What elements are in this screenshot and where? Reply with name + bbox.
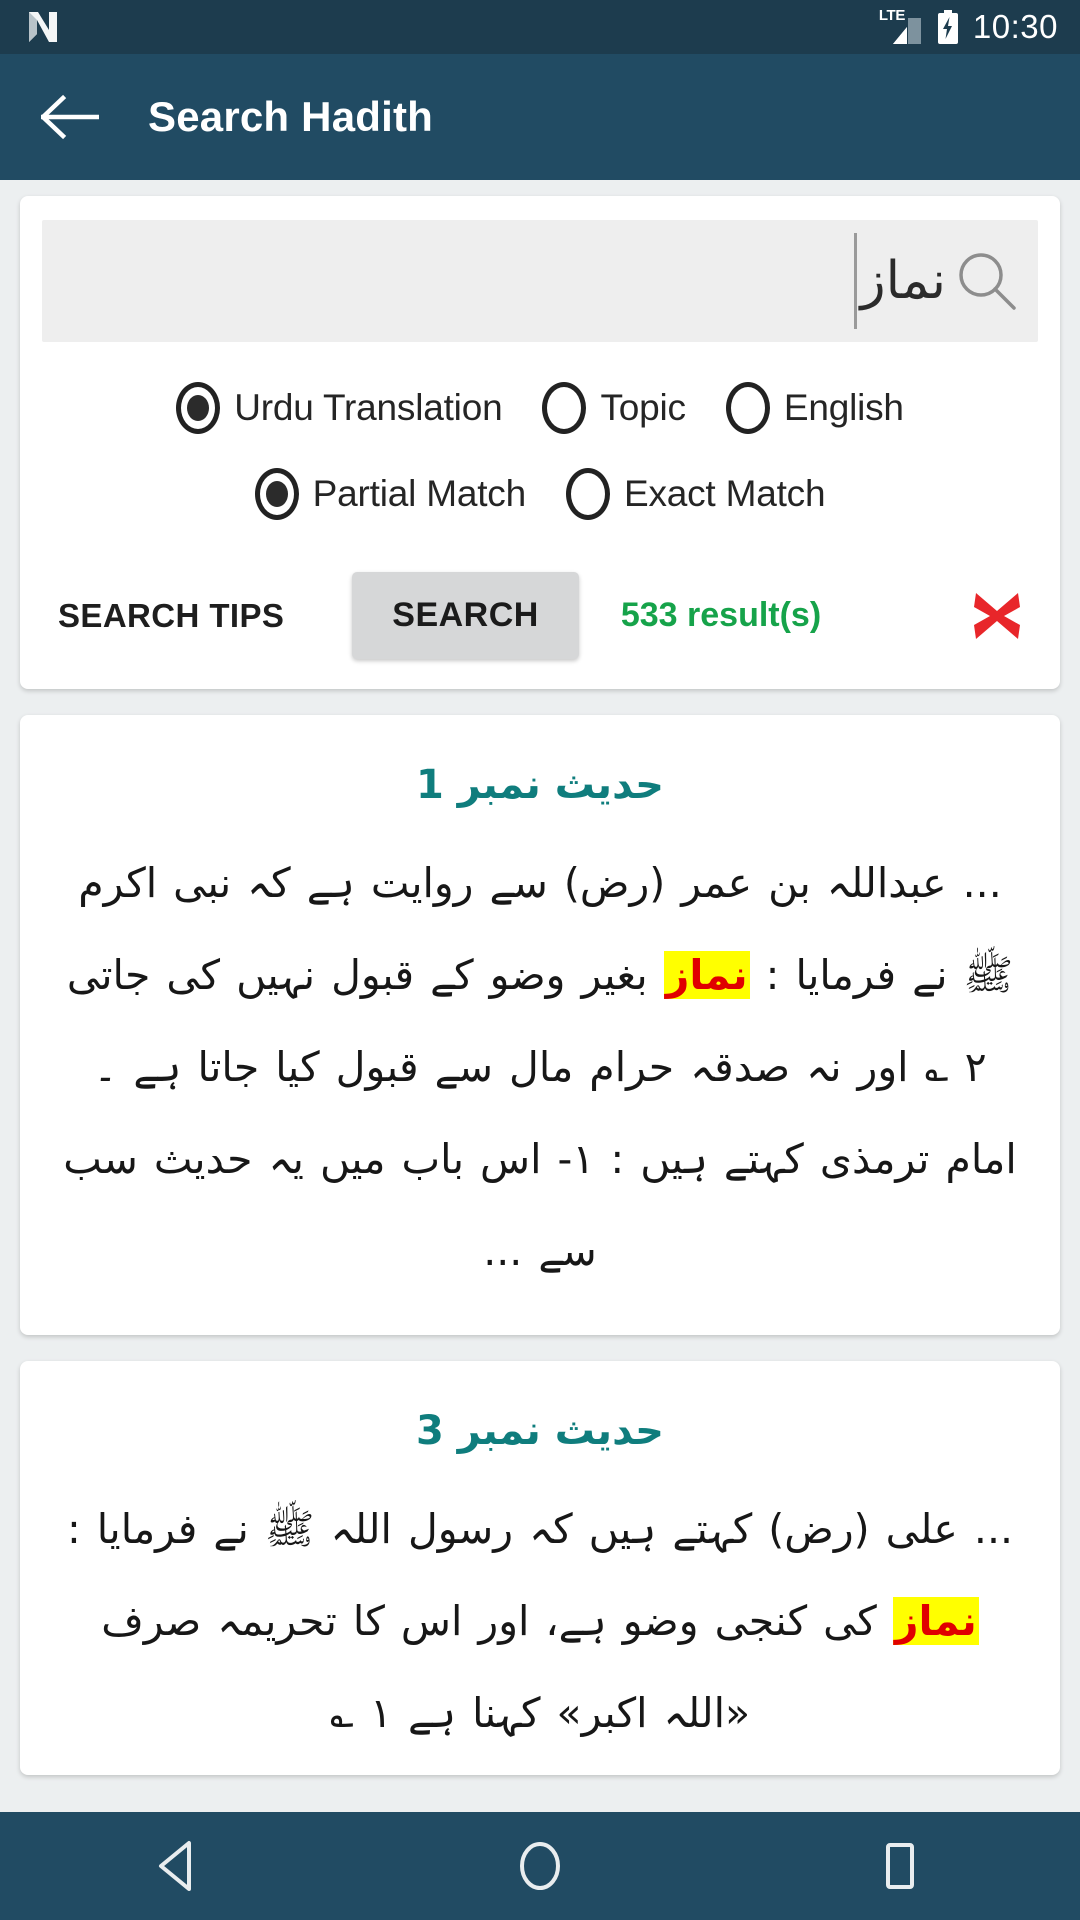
radio-indicator[interactable]: [176, 382, 221, 434]
search-action-row: SEARCH TIPS SEARCH 533 result(s): [42, 572, 1038, 659]
circle-home-icon[interactable]: [465, 1812, 615, 1920]
radio-indicator[interactable]: [725, 382, 770, 434]
hadith-text: ... عبداللہ بن عمر (رض) سے روایت ہے کہ ن…: [48, 823, 1032, 1307]
hadith-text-segment: کی کنجی وضو ہے، اور اس کا تحریمہ صرف «ال…: [101, 1597, 893, 1737]
search-input[interactable]: نماز: [42, 220, 1038, 342]
hadith-number-title: حدیث نمبر 3: [415, 1408, 665, 1454]
arrow-left-icon[interactable]: [34, 81, 106, 153]
search-card: نماز Urdu Translation Topic English Part…: [20, 196, 1060, 689]
square-recents-icon[interactable]: [825, 1812, 975, 1920]
red-cross-icon[interactable]: [966, 585, 1028, 647]
radio-option-topic[interactable]: Topic: [542, 378, 686, 438]
page-title: Search Hadith: [148, 93, 434, 140]
status-bar-right: LTE 10:30: [879, 8, 1058, 46]
search-scope-radio-group: Urdu Translation Topic English: [42, 378, 1038, 438]
signal-bars-icon: LTE: [879, 8, 923, 46]
radio-indicator[interactable]: [542, 382, 587, 434]
hadith-number-title: حدیث نمبر 1: [415, 762, 665, 808]
hadith-highlight-term: نماز: [663, 951, 750, 999]
radio-indicator[interactable]: [254, 468, 299, 520]
radio-option-partial-match[interactable]: Partial Match: [254, 464, 527, 524]
search-button[interactable]: SEARCH: [352, 572, 579, 659]
result-count-label: 533 result(s): [620, 596, 822, 634]
hadith-text-segment: بغیر وضو کے قبول نہیں کی جاتی ٢ ؎ اور نہ…: [63, 951, 1017, 1275]
search-query-text: نماز: [860, 251, 947, 311]
search-value-wrap: نماز: [852, 233, 947, 329]
radio-label: Topic: [600, 387, 686, 428]
text-caret: [853, 233, 857, 329]
hadith-result-card[interactable]: حدیث نمبر 3 ... علی (رض) کہتے ہیں کہ رسو…: [20, 1361, 1060, 1775]
triangle-back-icon[interactable]: [105, 1812, 255, 1920]
n-logo-icon: [26, 10, 60, 44]
radio-indicator[interactable]: [565, 468, 610, 520]
hadith-result-card[interactable]: حدیث نمبر 1 ... عبداللہ بن عمر (رض) سے ر…: [20, 715, 1060, 1335]
status-bar-left: [26, 10, 60, 44]
hadith-text-segment: ... علی (رض) کہتے ہیں کہ رسول اللہ ﷺ نے …: [66, 1505, 1014, 1553]
battery-charging-icon: [937, 10, 959, 44]
radio-label: Exact Match: [623, 473, 826, 514]
match-mode-radio-group: Partial Match Exact Match: [42, 464, 1038, 524]
search-tips-button[interactable]: SEARCH TIPS: [52, 583, 290, 649]
radio-option-english[interactable]: English: [725, 378, 904, 438]
status-bar: LTE 10:30: [0, 0, 1080, 54]
radio-label: English: [783, 387, 904, 428]
radio-label: Partial Match: [312, 473, 527, 514]
scroll-content[interactable]: نماز Urdu Translation Topic English Part…: [0, 180, 1080, 1812]
radio-label: Urdu Translation: [234, 387, 503, 428]
clock-label: 10:30: [972, 8, 1058, 45]
magnifier-icon[interactable]: [954, 248, 1020, 314]
radio-option-exact-match[interactable]: Exact Match: [565, 464, 826, 524]
radio-option-urdu-translation[interactable]: Urdu Translation: [176, 378, 503, 438]
app-bar: Search Hadith: [0, 54, 1080, 180]
hadith-text: ... علی (رض) کہتے ہیں کہ رسول اللہ ﷺ نے …: [48, 1469, 1032, 1747]
app-root: LTE 10:30 Search Hadith نماز Urdu Transl…: [0, 0, 1080, 1920]
hadith-highlight-term: نماز: [892, 1597, 979, 1645]
system-nav-bar: [0, 1812, 1080, 1920]
